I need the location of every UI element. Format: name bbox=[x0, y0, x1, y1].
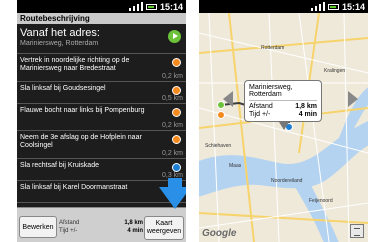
turn-icon bbox=[172, 135, 181, 144]
page-title: Routebeschrijving bbox=[17, 13, 186, 24]
turn-icon bbox=[172, 58, 181, 67]
start-address: Mariniersweg, Rotterdam bbox=[20, 40, 99, 47]
step-text: Sla linksaf bij Goudsesingel bbox=[20, 85, 106, 92]
google-logo: Google bbox=[202, 228, 237, 239]
next-step-icon[interactable] bbox=[348, 91, 358, 107]
time-value: 4 min bbox=[127, 228, 143, 234]
callout-time-label: Tijd +/- bbox=[249, 111, 271, 118]
show-map-button[interactable]: Kaart weergeven bbox=[144, 216, 184, 240]
callout-time-value: 4 min bbox=[298, 111, 317, 118]
map-label: Feijenoord bbox=[309, 198, 333, 204]
step-distance: 0,5 km bbox=[161, 95, 183, 102]
step-pin-icon[interactable] bbox=[217, 111, 225, 119]
turn-icon bbox=[172, 86, 181, 95]
callout-address: Mariniersweg, Rotterdam bbox=[249, 84, 317, 101]
step-text: Flauwe bocht naar links bij Pompenburg bbox=[20, 107, 145, 114]
signal-icon bbox=[128, 2, 143, 11]
status-time: 15:14 bbox=[159, 1, 183, 12]
callout-tail bbox=[279, 122, 289, 130]
status-bar: 15:14 bbox=[17, 0, 186, 13]
status-time: 15:14 bbox=[341, 1, 365, 12]
start-label: Vanaf het adres: bbox=[20, 27, 100, 39]
edit-button[interactable]: Bewerken bbox=[19, 216, 57, 238]
menu-icon[interactable] bbox=[350, 224, 364, 238]
map-screen: 15:14 Mariniersweg, Rotterdam Afstand 1,… bbox=[199, 0, 368, 242]
step-distance: 0,2 km bbox=[161, 150, 183, 157]
start-pin-icon[interactable] bbox=[217, 101, 225, 109]
route-step-list[interactable]: Vanaf het adres: Mariniersweg, Rotterdam… bbox=[17, 24, 186, 207]
map-label: Rotterdam bbox=[261, 45, 285, 51]
route-summary: Afstand 1,8 km Tijd +/- 4 min bbox=[59, 219, 143, 235]
pointer-arrow-head-icon bbox=[159, 187, 186, 209]
map-label: Maas bbox=[229, 163, 242, 169]
route-callout[interactable]: Mariniersweg, Rotterdam Afstand 1,8 km T… bbox=[244, 80, 322, 122]
start-play-icon bbox=[168, 30, 181, 43]
route-step[interactable]: Sla linksaf bij Goudsesingel 0,5 km bbox=[17, 82, 186, 104]
step-text: Sla rechtsaf bij Kruiskade bbox=[20, 162, 99, 169]
map-label: Schiehaven bbox=[205, 143, 232, 149]
battery-icon bbox=[145, 3, 157, 10]
step-distance: 0,2 km bbox=[161, 122, 183, 129]
route-screen: 15:14 Routebeschrijving Vanaf het adres:… bbox=[17, 0, 186, 242]
map-view[interactable]: Mariniersweg, Rotterdam Afstand 1,8 km T… bbox=[199, 13, 368, 242]
step-distance: 0,2 km bbox=[161, 73, 183, 80]
route-step[interactable]: Flauwe bocht naar links bij Pompenburg 0… bbox=[17, 104, 186, 131]
distance-label: Afstand bbox=[59, 220, 80, 226]
map-label: Kralingen bbox=[324, 68, 346, 74]
route-step[interactable]: Neem de 3e afslag op de Hofplein naar Co… bbox=[17, 131, 186, 159]
route-bottom-bar: Bewerken Afstand 1,8 km Tijd +/- 4 min K… bbox=[17, 207, 186, 242]
time-label: Tijd +/- bbox=[59, 228, 78, 234]
callout-distance-value: 1,8 km bbox=[295, 103, 317, 110]
signal-icon bbox=[310, 2, 325, 11]
battery-icon bbox=[327, 3, 339, 10]
route-start-row[interactable]: Vanaf het adres: Mariniersweg, Rotterdam bbox=[17, 24, 186, 54]
route-step[interactable]: Sla rechtsaf bij Kruiskade 0,3 km bbox=[17, 159, 186, 181]
route-step[interactable]: Vertrek in noordelijke richting op de Ma… bbox=[17, 54, 186, 82]
step-text: Vertrek in noordelijke richting op de Ma… bbox=[20, 57, 130, 72]
step-text: Neem de 3e afslag op de Hofplein naar Co… bbox=[20, 134, 142, 149]
step-text: Sla linksaf bij Karel Doormanstraat bbox=[20, 184, 128, 191]
map-label: Noordereiland bbox=[271, 178, 303, 184]
turn-icon bbox=[172, 108, 181, 117]
turn-icon bbox=[172, 163, 181, 172]
distance-value: 1,8 km bbox=[124, 220, 143, 226]
status-bar: 15:14 bbox=[199, 0, 368, 13]
callout-distance-label: Afstand bbox=[249, 103, 273, 110]
